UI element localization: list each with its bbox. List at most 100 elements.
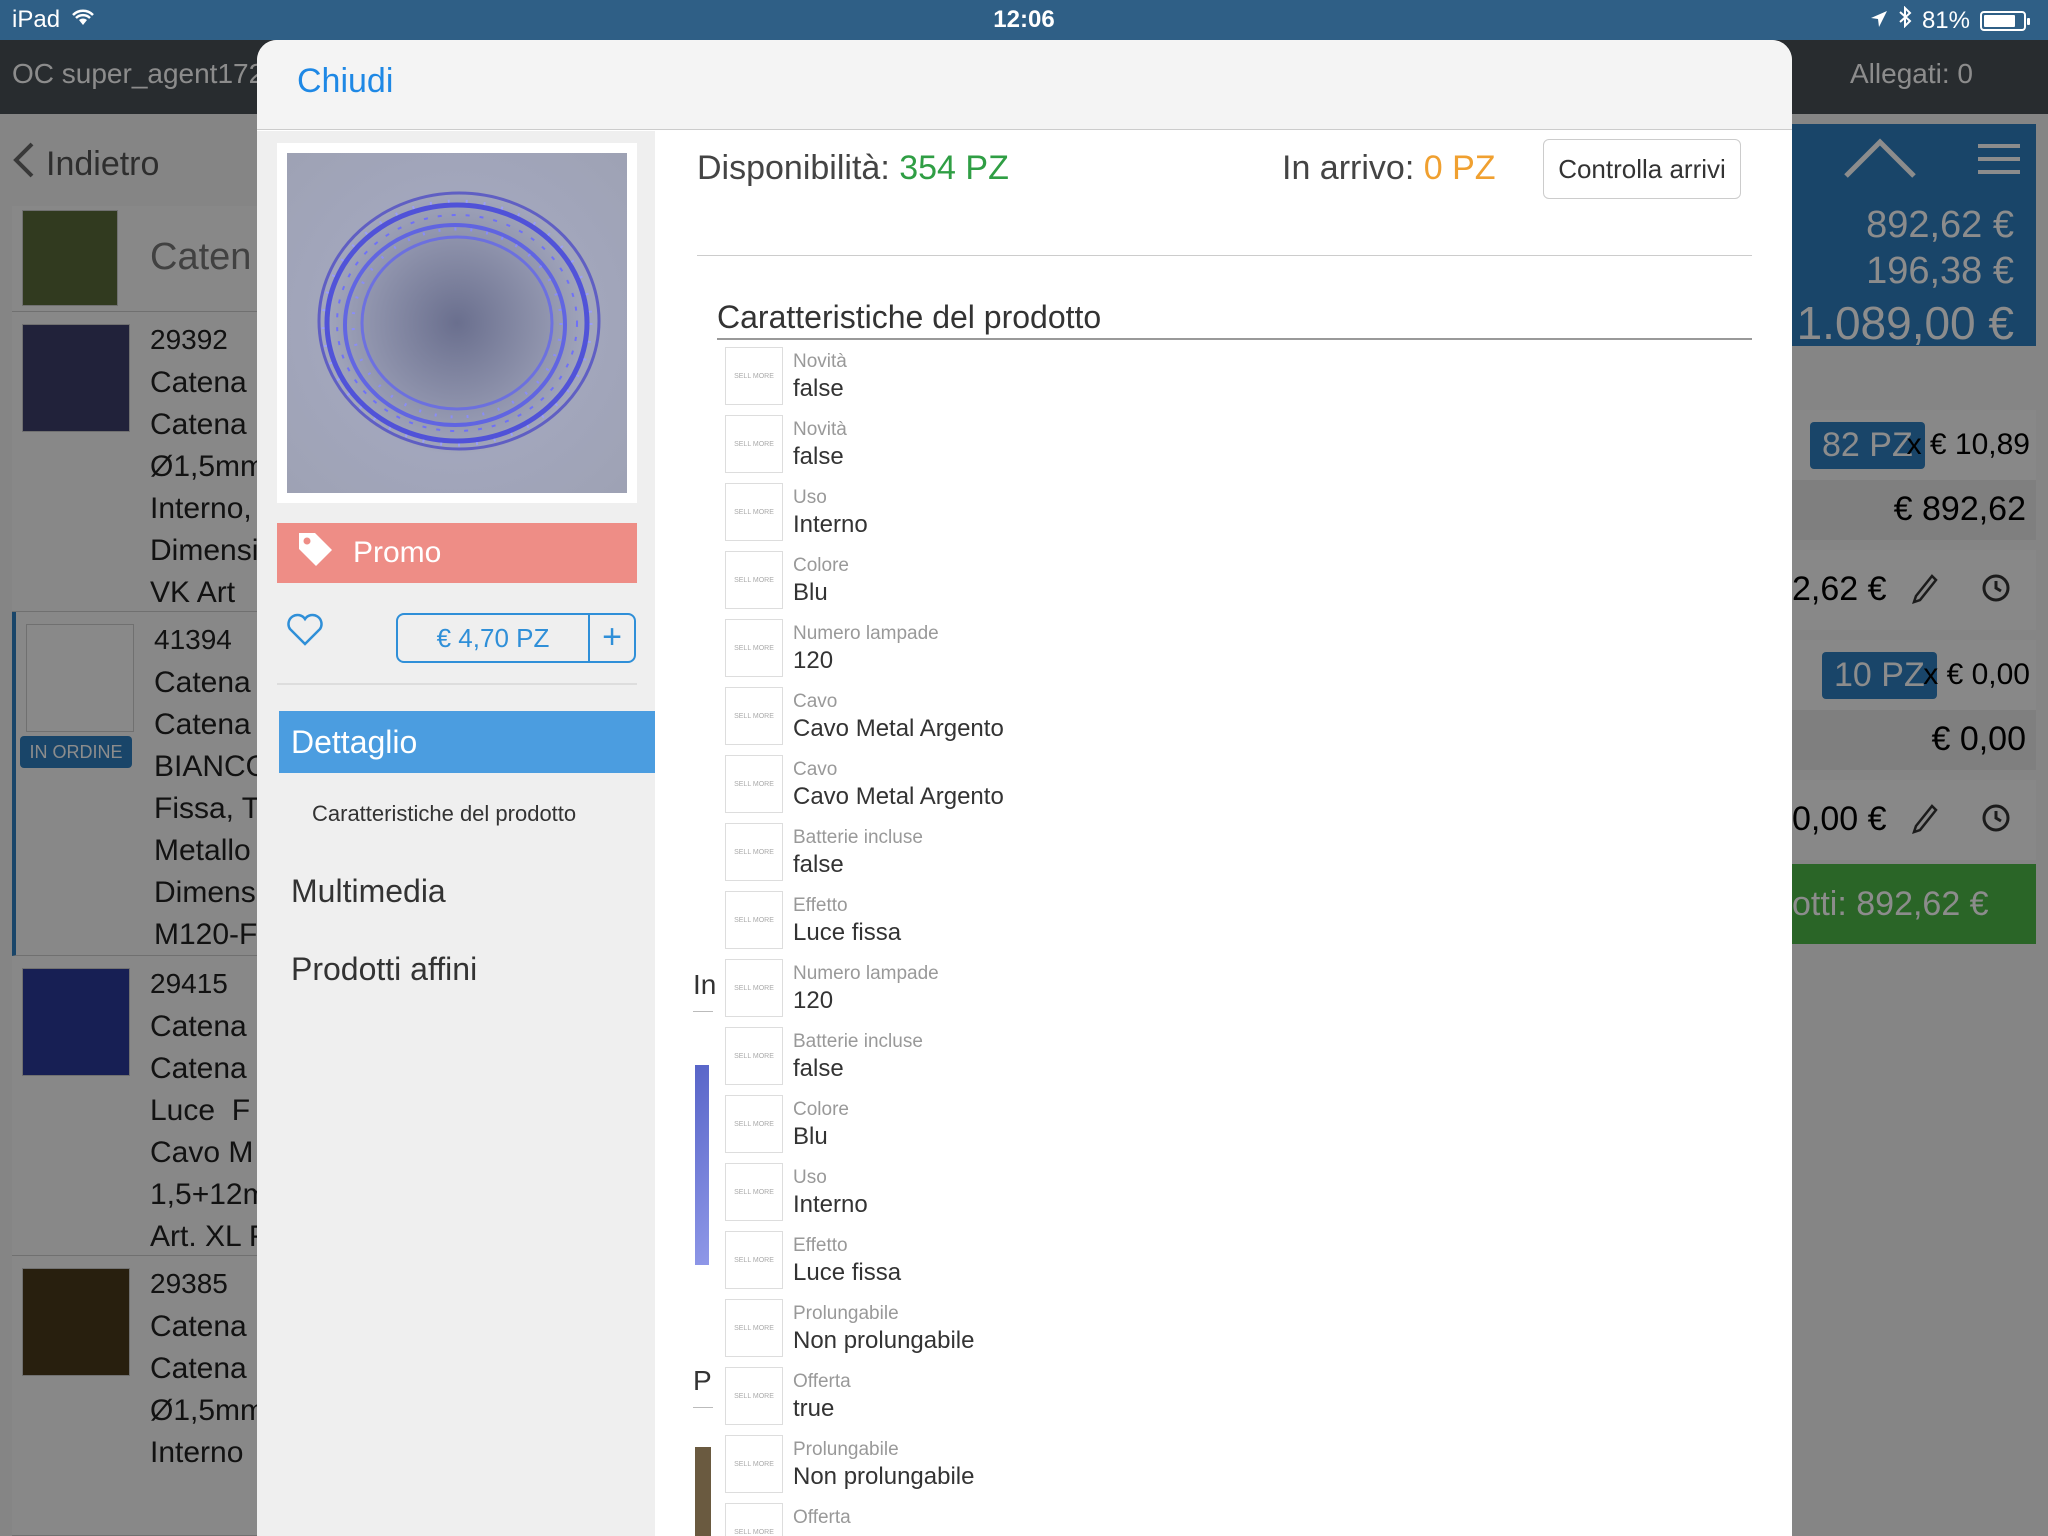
- ghost-image: [695, 1447, 711, 1536]
- product-detail-modal: Chiudi Promo € 4,70 PZ + Dettaglio Carat…: [257, 40, 1792, 1536]
- feature-label: Effetto: [793, 1235, 848, 1256]
- feature-icon: SELL MORE: [725, 687, 783, 745]
- tab-multimedia[interactable]: Multimedia: [291, 873, 446, 910]
- feature-value: true: [793, 1531, 834, 1536]
- feature-icon: SELL MORE: [725, 959, 783, 1017]
- feature-label: Numero lampade: [793, 963, 939, 984]
- feature-row: SELL MORE Colore Blu: [725, 1091, 1625, 1159]
- close-button[interactable]: Chiudi: [297, 62, 393, 101]
- feature-row: SELL MORE Cavo Cavo Metal Argento: [725, 683, 1625, 751]
- plus-icon[interactable]: +: [590, 615, 634, 661]
- feature-icon: SELL MORE: [725, 1095, 783, 1153]
- feature-label: Prolungabile: [793, 1439, 899, 1460]
- modal-header: Chiudi: [257, 40, 1792, 130]
- feature-value: false: [793, 851, 844, 878]
- feature-value: Interno: [793, 1191, 868, 1218]
- feature-row: SELL MORE Numero lampade 120: [725, 615, 1625, 683]
- feature-icon: SELL MORE: [725, 1231, 783, 1289]
- feature-icon: SELL MORE: [725, 823, 783, 881]
- subtab-caratteristiche[interactable]: Caratteristiche del prodotto: [312, 801, 576, 827]
- product-photo: [287, 153, 627, 493]
- feature-value: Cavo Metal Argento: [793, 715, 1004, 742]
- feature-value: true: [793, 1395, 835, 1422]
- feature-label: Offerta: [793, 1371, 851, 1392]
- feature-icon: SELL MORE: [725, 891, 783, 949]
- feature-icon: SELL MORE: [725, 1027, 783, 1085]
- feature-row: SELL MORE Uso Interno: [725, 479, 1625, 547]
- feature-value: Luce fissa: [793, 919, 902, 946]
- feature-row: SELL MORE Effetto Luce fissa: [725, 1227, 1625, 1295]
- feature-value: Blu: [793, 1123, 828, 1150]
- feature-label: Colore: [793, 555, 849, 576]
- feature-value: Blu: [793, 579, 828, 606]
- battery-level: [1984, 14, 2015, 27]
- feature-icon: SELL MORE: [725, 1435, 783, 1493]
- unit-price: € 4,70 PZ: [398, 615, 590, 661]
- ghost-heading: In: [693, 969, 717, 1000]
- feature-value: Cavo Metal Argento: [793, 783, 1004, 810]
- availability-label: Disponibilità:: [697, 149, 900, 187]
- add-to-cart-button[interactable]: € 4,70 PZ +: [396, 613, 636, 663]
- feature-icon: SELL MORE: [725, 1503, 783, 1536]
- feature-label: Cavo: [793, 691, 838, 712]
- incoming-label: In arrivo:: [1282, 149, 1424, 187]
- divider: [697, 255, 1752, 256]
- ghost-heading: P: [693, 1365, 712, 1396]
- feature-icon: SELL MORE: [725, 347, 783, 405]
- feature-icon: SELL MORE: [725, 619, 783, 677]
- feature-row: SELL MORE Novità false: [725, 343, 1625, 411]
- product-image[interactable]: [277, 143, 637, 503]
- feature-icon: SELL MORE: [725, 1163, 783, 1221]
- feature-row: SELL MORE Batterie incluse false: [725, 1023, 1625, 1091]
- feature-row: SELL MORE Numero lampade 120: [725, 955, 1625, 1023]
- clock: 12:06: [993, 6, 1055, 33]
- feature-label: Colore: [793, 1099, 849, 1120]
- feature-label: Uso: [793, 487, 827, 508]
- status-bar: iPad 12:06 81%: [0, 0, 2048, 40]
- feature-icon: SELL MORE: [725, 483, 783, 541]
- feature-row: SELL MORE Colore Blu: [725, 547, 1625, 615]
- divider: [717, 338, 1752, 340]
- feature-label: Effetto: [793, 895, 848, 916]
- divider: [277, 683, 637, 685]
- feature-row: SELL MORE Prolungabile Non prolungabile: [725, 1431, 1625, 1499]
- feature-value: 120: [793, 987, 834, 1014]
- feature-label: Numero lampade: [793, 623, 939, 644]
- feature-icon: SELL MORE: [725, 551, 783, 609]
- feature-row: SELL MORE Effetto Luce fissa: [725, 887, 1625, 955]
- check-arrivals-button[interactable]: Controlla arrivi: [1543, 139, 1741, 199]
- incoming: In arrivo: 0 PZ: [1282, 149, 1496, 188]
- feature-row: SELL MORE Cavo Cavo Metal Argento: [725, 751, 1625, 819]
- promo-banner: Promo: [277, 523, 637, 583]
- feature-icon: SELL MORE: [725, 755, 783, 813]
- feature-value: Non prolungabile: [793, 1463, 975, 1490]
- feature-icon: SELL MORE: [725, 1299, 783, 1357]
- feature-label: Novità: [793, 351, 847, 372]
- feature-label: Uso: [793, 1167, 827, 1188]
- feature-label: Batterie incluse: [793, 1031, 923, 1052]
- feature-label: Batterie incluse: [793, 827, 923, 848]
- incoming-value: 0 PZ: [1423, 149, 1496, 187]
- battery-icon: [1980, 10, 2030, 31]
- feature-value: false: [793, 1055, 844, 1082]
- feature-row: SELL MORE Novità false: [725, 411, 1625, 479]
- feature-value: Luce fissa: [793, 1259, 902, 1286]
- promo-label: Promo: [353, 536, 442, 569]
- feature-icon: SELL MORE: [725, 1367, 783, 1425]
- location-icon: [1870, 7, 1888, 35]
- availability: Disponibilità: 354 PZ: [697, 149, 1009, 188]
- section-title: Caratteristiche del prodotto: [717, 299, 1102, 335]
- feature-value: false: [793, 375, 844, 402]
- features-list: SELL MORE Novità false SELL MORE Novità false…: [725, 343, 1625, 1536]
- feature-row: SELL MORE Offerta true: [725, 1363, 1625, 1431]
- heart-icon[interactable]: [285, 609, 325, 649]
- tab-prodotti-affini[interactable]: Prodotti affini: [291, 951, 477, 988]
- feature-row: SELL MORE Offerta true: [725, 1499, 1625, 1536]
- feature-value: 120: [793, 647, 834, 674]
- divider: [693, 1011, 713, 1012]
- ghost-image: [695, 1065, 709, 1265]
- detail-sidebar: Promo € 4,70 PZ + Dettaglio Caratteristi…: [257, 131, 671, 1536]
- divider: [693, 1407, 713, 1408]
- feature-label: Cavo: [793, 759, 838, 780]
- tab-dettaglio[interactable]: Dettaglio: [279, 711, 671, 773]
